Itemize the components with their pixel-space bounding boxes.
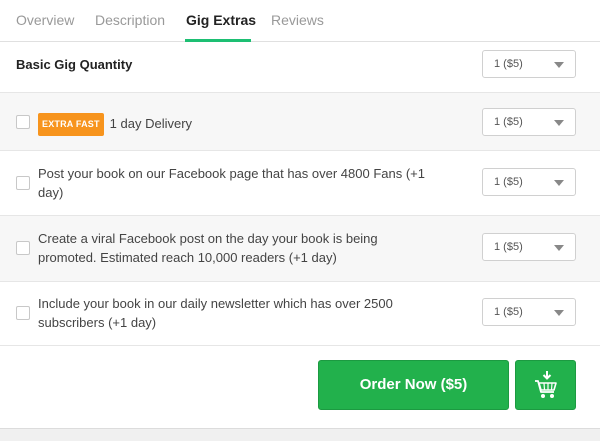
extra-text: Create a viral Facebook post on the day … xyxy=(38,231,378,265)
basic-quantity-select[interactable]: 1 ($5) xyxy=(482,50,576,78)
chevron-down-icon xyxy=(554,245,564,251)
basic-quantity-row: Basic Gig Quantity 1 ($5) xyxy=(0,42,600,93)
chevron-down-icon xyxy=(554,180,564,186)
cart-download-icon xyxy=(535,371,557,398)
basic-quantity-title: Basic Gig Quantity xyxy=(16,57,133,72)
select-value: 1 ($5) xyxy=(494,176,523,188)
tab-reviews[interactable]: Reviews xyxy=(271,12,324,28)
select-value: 1 ($5) xyxy=(494,58,523,70)
select-value: 1 ($5) xyxy=(494,241,523,253)
extra-checkbox[interactable] xyxy=(16,115,30,129)
extra-row-newsletter: Include your book in our daily newslette… xyxy=(0,282,600,346)
chevron-down-icon xyxy=(554,120,564,126)
gig-tabs: Overview Description Gig Extras Reviews xyxy=(0,0,600,42)
extra-quantity-select[interactable]: 1 ($5) xyxy=(482,298,576,326)
chevron-down-icon xyxy=(554,310,564,316)
extra-text: Include your book in our daily newslette… xyxy=(38,296,393,330)
extra-checkbox[interactable] xyxy=(16,306,30,320)
order-now-button[interactable]: Order Now ($5) xyxy=(318,360,509,410)
extra-row-fast-delivery: EXTRA FAST 1 day Delivery 1 ($5) xyxy=(0,93,600,151)
select-value: 1 ($5) xyxy=(494,306,523,318)
extra-text: 1 day Delivery xyxy=(109,116,193,131)
extra-quantity-select[interactable]: 1 ($5) xyxy=(482,108,576,136)
tab-gig-extras[interactable]: Gig Extras xyxy=(186,12,256,28)
extra-quantity-select[interactable]: 1 ($5) xyxy=(482,233,576,261)
extra-description: EXTRA FAST 1 day Delivery xyxy=(38,113,438,136)
tab-description[interactable]: Description xyxy=(95,12,165,28)
extra-quantity-select[interactable]: 1 ($5) xyxy=(482,168,576,196)
extra-row-facebook-page: Post your book on our Facebook page that… xyxy=(0,151,600,216)
tab-overview[interactable]: Overview xyxy=(16,12,74,28)
chevron-down-icon xyxy=(554,62,564,68)
extra-checkbox[interactable] xyxy=(16,176,30,190)
gig-extras-panel: Basic Gig Quantity 1 ($5) EXTRA FAST 1 da… xyxy=(0,42,600,429)
extra-checkbox[interactable] xyxy=(16,241,30,255)
extra-fast-badge: EXTRA FAST xyxy=(38,113,104,136)
add-to-cart-button[interactable] xyxy=(515,360,576,410)
extra-row-viral-post: Create a viral Facebook post on the day … xyxy=(0,216,600,282)
select-value: 1 ($5) xyxy=(494,116,523,128)
extra-text: Post your book on our Facebook page that… xyxy=(38,166,425,200)
